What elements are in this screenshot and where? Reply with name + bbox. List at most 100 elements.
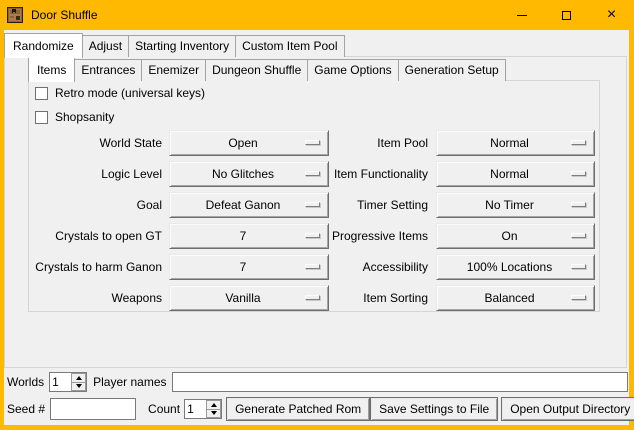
dropdown-indicator-icon [305, 140, 320, 145]
setting-label: World State [29, 136, 162, 150]
worlds-stepper[interactable] [49, 372, 87, 392]
spin-buttons [71, 373, 86, 391]
save-settings-button[interactable]: Save Settings to File [370, 397, 498, 421]
player-names-input[interactable] [172, 372, 629, 392]
timer-setting-dropdown[interactable]: No Timer [436, 192, 595, 218]
count-spin-down-button[interactable] [206, 410, 221, 419]
dropdown-indicator-icon [305, 202, 320, 207]
main-tab-bar: Randomize Adjust Starting Inventory Cust… [4, 31, 344, 57]
settings-row: Crystals to harm Ganon 7 Accessibility 1… [29, 254, 599, 280]
dropdown-indicator-icon [571, 295, 586, 300]
tab-dungeon-shuffle[interactable]: Dungeon Shuffle [205, 59, 308, 81]
window-body: Randomize Adjust Starting Inventory Cust… [4, 30, 629, 425]
minimize-icon [517, 15, 527, 16]
tab-custom-item-pool[interactable]: Custom Item Pool [235, 35, 344, 57]
close-button[interactable]: × [589, 0, 634, 30]
setting-label: Item Functionality [329, 167, 428, 181]
dropdown-indicator-icon [305, 295, 320, 300]
checkbox-icon [35, 111, 48, 124]
tab-entrances[interactable]: Entrances [74, 59, 142, 81]
logic-level-dropdown[interactable]: No Glitches [169, 161, 329, 187]
spin-up-icon [76, 376, 82, 380]
dropdown-indicator-icon [571, 233, 586, 238]
checkbox-icon [35, 87, 48, 100]
open-output-directory-button[interactable]: Open Output Directory [501, 397, 634, 421]
settings-row: World State Open Item Pool Normal [29, 130, 599, 156]
setting-label: Item Sorting [329, 291, 428, 305]
dropdown-indicator-icon [571, 202, 586, 207]
setting-label: Crystals to open GT [29, 229, 162, 243]
tab-items[interactable]: Items [28, 57, 75, 82]
item-pool-dropdown[interactable]: Normal [436, 130, 595, 156]
tab-generation-setup[interactable]: Generation Setup [398, 59, 506, 81]
setting-label: Weapons [29, 291, 162, 305]
setting-label: Logic Level [29, 167, 162, 181]
maximize-button[interactable] [544, 0, 589, 30]
setting-label: Crystals to harm Ganon [29, 260, 162, 274]
dropdown-indicator-icon [305, 264, 320, 269]
items-panel: Retro mode (universal keys) Shopsanity W… [28, 80, 600, 312]
count-input[interactable] [185, 400, 206, 418]
settings-grid: World State Open Item Pool Normal Logic … [29, 130, 599, 316]
accessibility-dropdown[interactable]: 100% Locations [436, 254, 595, 280]
setting-label: Progressive Items [329, 229, 428, 243]
worlds-input[interactable] [50, 373, 71, 391]
dropdown-indicator-icon [305, 233, 320, 238]
dropdown-indicator-icon [571, 171, 586, 176]
randomize-panel: Items Entrances Enemizer Dungeon Shuffle… [4, 56, 627, 368]
seed-label: Seed # [7, 402, 45, 416]
window-controls: × [499, 0, 634, 30]
progressive-items-dropdown[interactable]: On [436, 223, 595, 249]
item-functionality-dropdown[interactable]: Normal [436, 161, 595, 187]
sub-tab-bar: Items Entrances Enemizer Dungeon Shuffle… [28, 58, 505, 81]
dropdown-indicator-icon [305, 171, 320, 176]
setting-label: Accessibility [329, 260, 428, 274]
checkbox-label: Shopsanity [55, 110, 114, 124]
tab-game-options[interactable]: Game Options [307, 59, 398, 81]
worlds-spin-down-button[interactable] [71, 383, 86, 392]
dropdown-indicator-icon [571, 140, 586, 145]
generate-patched-rom-button[interactable]: Generate Patched Rom [226, 397, 370, 421]
seed-input[interactable] [50, 398, 136, 420]
window-title: Door Shuffle [31, 8, 98, 22]
settings-row: Crystals to open GT 7 Progressive Items … [29, 223, 599, 249]
spin-up-icon [211, 403, 217, 407]
setting-label: Goal [29, 198, 162, 212]
goal-dropdown[interactable]: Defeat Ganon [169, 192, 329, 218]
file-buttons-group: Save Settings to File Open Output Direct… [370, 397, 634, 421]
setting-label: Item Pool [329, 136, 428, 150]
item-sorting-dropdown[interactable]: Balanced [436, 285, 595, 311]
retro-mode-checkbox[interactable]: Retro mode (universal keys) [35, 86, 205, 100]
checkbox-label: Retro mode (universal keys) [55, 86, 205, 100]
spin-down-icon [211, 411, 217, 415]
spin-buttons [206, 400, 221, 418]
crystals-harm-ganon-dropdown[interactable]: 7 [169, 254, 329, 280]
dropdown-indicator-icon [571, 264, 586, 269]
settings-row: Weapons Vanilla Item Sorting Balanced [29, 285, 599, 311]
tab-starting-inventory[interactable]: Starting Inventory [128, 35, 236, 57]
count-label: Count [148, 402, 180, 416]
app-icon [7, 7, 23, 23]
shopsanity-checkbox[interactable]: Shopsanity [35, 110, 114, 124]
player-names-label: Player names [93, 375, 166, 389]
weapons-dropdown[interactable]: Vanilla [169, 285, 329, 311]
spin-down-icon [76, 384, 82, 388]
close-icon: × [607, 7, 616, 23]
settings-row: Goal Defeat Ganon Timer Setting No Timer [29, 192, 599, 218]
maximize-icon [562, 11, 571, 20]
worlds-label: Worlds [7, 375, 44, 389]
minimize-button[interactable] [499, 0, 544, 30]
settings-row: Logic Level No Glitches Item Functionali… [29, 161, 599, 187]
count-spin-up-button[interactable] [206, 400, 221, 410]
tab-enemizer[interactable]: Enemizer [141, 59, 206, 81]
crystals-open-gt-dropdown[interactable]: 7 [169, 223, 329, 249]
worlds-spin-up-button[interactable] [71, 373, 86, 383]
tab-randomize[interactable]: Randomize [4, 33, 83, 58]
tab-adjust[interactable]: Adjust [82, 35, 129, 57]
titlebar: Door Shuffle × [0, 0, 634, 30]
app-window: Door Shuffle × Randomize Adjust Starting… [0, 0, 634, 430]
world-state-dropdown[interactable]: Open [169, 130, 329, 156]
multiworld-row: Worlds Player names [7, 372, 628, 392]
count-stepper[interactable] [184, 399, 222, 419]
setting-label: Timer Setting [329, 198, 428, 212]
